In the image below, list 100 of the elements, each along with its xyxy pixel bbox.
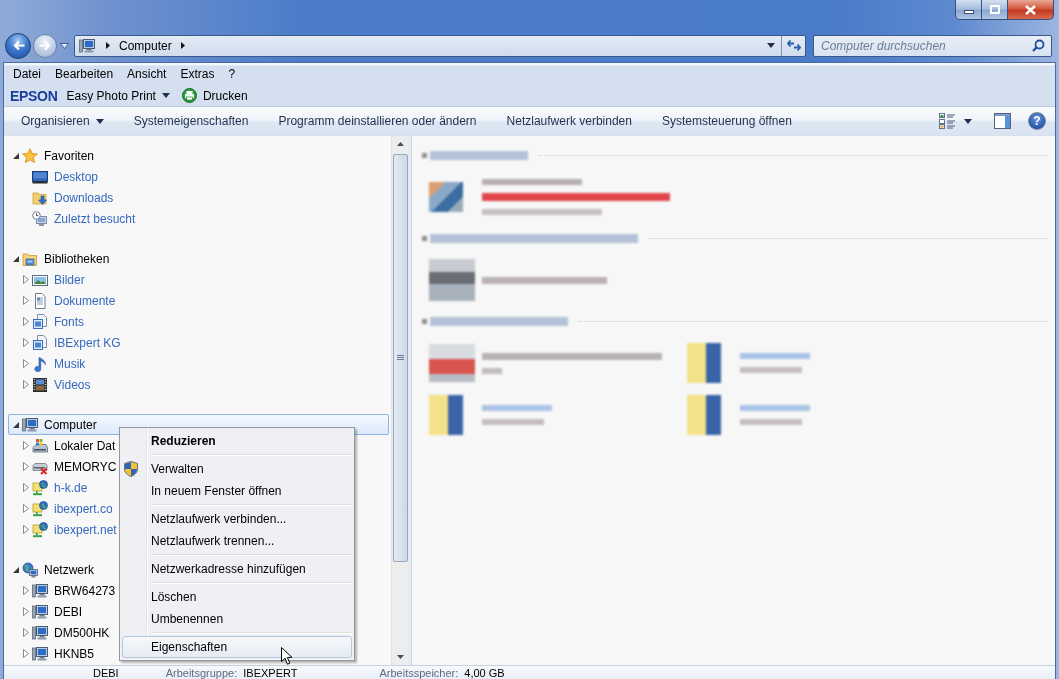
computer-icon <box>32 645 48 662</box>
context-menu-item[interactable]: Netzlaufwerk trennen... <box>122 530 352 552</box>
breadcrumb-arrow-icon[interactable] <box>180 42 185 49</box>
view-list-icon <box>939 113 956 129</box>
command-button[interactable]: Systemeigenschaften <box>118 109 264 133</box>
blurred-text <box>740 405 810 411</box>
nav-tree-item[interactable]: h-k.de <box>8 477 89 498</box>
nav-tree-item[interactable]: DEBI <box>8 601 83 622</box>
right-arrow-icon <box>38 40 52 51</box>
expanded-arrow-icon[interactable] <box>12 152 19 159</box>
close-button[interactable] <box>1008 0 1054 20</box>
scrollbar-thumb[interactable] <box>392 154 408 562</box>
expanded-arrow-icon[interactable] <box>12 566 19 573</box>
expand-arrow-icon[interactable] <box>22 317 29 326</box>
context-menu-item[interactable]: Verwalten <box>122 458 352 480</box>
down-arrow-icon <box>396 655 404 659</box>
blurred-icon <box>429 259 475 301</box>
network-drive-icon <box>32 500 48 517</box>
nav-tree-item[interactable]: Bibliotheken <box>8 248 111 269</box>
up-arrow-icon <box>396 142 404 146</box>
music-note-icon <box>32 355 48 372</box>
nav-tree-item[interactable]: Favoriten <box>8 145 96 166</box>
preview-pane-icon <box>994 113 1011 129</box>
refresh-icon <box>786 39 801 52</box>
computer-icon <box>79 37 95 54</box>
nav-tree-item[interactable]: DM500HK <box>8 622 111 643</box>
address-bar[interactable]: Computer <box>74 34 806 57</box>
search-icon[interactable] <box>1032 38 1045 52</box>
back-button[interactable] <box>5 32 31 59</box>
computer-name: DEBI <box>93 667 119 679</box>
nav-tree-item[interactable]: ibexpert.net <box>8 519 118 540</box>
nav-tree-item[interactable]: IBExpert KG <box>8 332 122 353</box>
star-icon <box>22 147 38 164</box>
menu-item[interactable]: ? <box>221 65 243 83</box>
expand-arrow-icon[interactable] <box>22 649 29 658</box>
expand-arrow-icon[interactable] <box>22 483 29 492</box>
expand-arrow-icon[interactable] <box>22 525 29 534</box>
print-button[interactable]: Drucken <box>178 86 251 105</box>
nav-tree-item[interactable]: Bilder <box>8 269 86 290</box>
expand-arrow-icon[interactable] <box>22 441 29 450</box>
expand-arrow-icon[interactable] <box>22 296 29 305</box>
nav-tree-item[interactable]: BRW64273 <box>8 580 117 601</box>
expand-arrow-icon[interactable] <box>22 628 29 637</box>
caret-down-icon[interactable] <box>60 42 69 49</box>
blurred-icon <box>687 343 721 383</box>
nav-tree-item[interactable]: Fonts <box>8 311 85 332</box>
context-menu-item[interactable]: Netzwerkadresse hinzufügen <box>122 558 352 580</box>
blurred-text <box>482 419 544 425</box>
blurred-icon <box>429 344 475 382</box>
expand-arrow-icon[interactable] <box>22 359 29 368</box>
breadcrumb-item[interactable]: Computer <box>115 38 176 53</box>
blurred-text <box>482 367 502 374</box>
nav-tree-item[interactable]: Zuletzt besucht <box>8 208 137 229</box>
menu-item[interactable]: Ansicht <box>120 65 174 83</box>
computer-icon <box>32 624 48 641</box>
nav-tree-item[interactable]: Musik <box>8 353 87 374</box>
expand-arrow-icon[interactable] <box>22 462 29 471</box>
menu-item[interactable]: Bearbeiten <box>48 65 121 83</box>
nav-tree-item[interactable]: Netzwerk <box>8 559 95 580</box>
minimize-button[interactable] <box>955 0 982 20</box>
command-button[interactable]: Netzlaufwerk verbinden <box>491 109 647 133</box>
search-field[interactable]: Computer durchsuchen <box>813 34 1052 57</box>
scrollbar-track[interactable] <box>391 136 408 665</box>
command-button[interactable]: Systemsteuerung öffnen <box>646 109 807 133</box>
breadcrumb-arrow-icon[interactable] <box>106 42 110 49</box>
nav-tree-item[interactable]: HKNB5 <box>8 643 95 664</box>
expand-arrow-icon[interactable] <box>22 275 29 284</box>
computer-icon <box>32 603 48 620</box>
context-menu-item[interactable]: Eigenschaften <box>122 636 352 658</box>
expanded-arrow-icon[interactable] <box>12 255 19 262</box>
nav-tree-item[interactable]: Videos <box>8 374 92 395</box>
blurred-icon <box>687 395 721 435</box>
context-menu-item[interactable]: In neuem Fenster öffnen <box>122 480 352 502</box>
command-button[interactable]: Organisieren <box>6 109 119 133</box>
command-button[interactable]: Programm deinstallieren oder ändern <box>263 109 492 133</box>
nav-tree-item[interactable]: Downloads <box>8 187 115 208</box>
menu-item[interactable]: Datei <box>6 65 48 83</box>
document-icon <box>32 292 48 309</box>
nav-tree-item[interactable]: ibexpert.co <box>8 498 114 519</box>
library-document-icon <box>32 313 48 330</box>
field-label: Arbeitsgruppe: <box>165 667 238 679</box>
nav-tree-item[interactable]: MEMORYC <box>8 456 118 477</box>
expand-arrow-icon[interactable] <box>22 586 29 595</box>
expanded-arrow-icon[interactable] <box>12 421 19 428</box>
expand-arrow-icon[interactable] <box>22 338 29 347</box>
context-menu-item[interactable]: Löschen <box>122 586 352 608</box>
caret-down-icon[interactable] <box>767 43 775 48</box>
expand-arrow-icon[interactable] <box>22 607 29 616</box>
computer-icon <box>22 416 38 433</box>
app-dropdown-button[interactable]: Easy Photo Print <box>63 86 173 105</box>
context-menu-item[interactable]: Netzlaufwerk verbinden... <box>122 508 352 530</box>
nav-tree-item[interactable]: Dokumente <box>8 290 117 311</box>
expand-arrow-icon[interactable] <box>22 380 29 389</box>
expand-arrow-icon[interactable] <box>22 504 29 513</box>
nav-tree-item[interactable]: Lokaler Dat <box>8 435 117 456</box>
nav-tree-item[interactable]: Desktop <box>8 166 100 187</box>
maximize-button[interactable] <box>982 0 1008 20</box>
menu-item[interactable]: Extras <box>173 65 222 83</box>
close-icon <box>1025 4 1036 15</box>
context-menu-item[interactable]: Umbenennen <box>122 608 352 630</box>
